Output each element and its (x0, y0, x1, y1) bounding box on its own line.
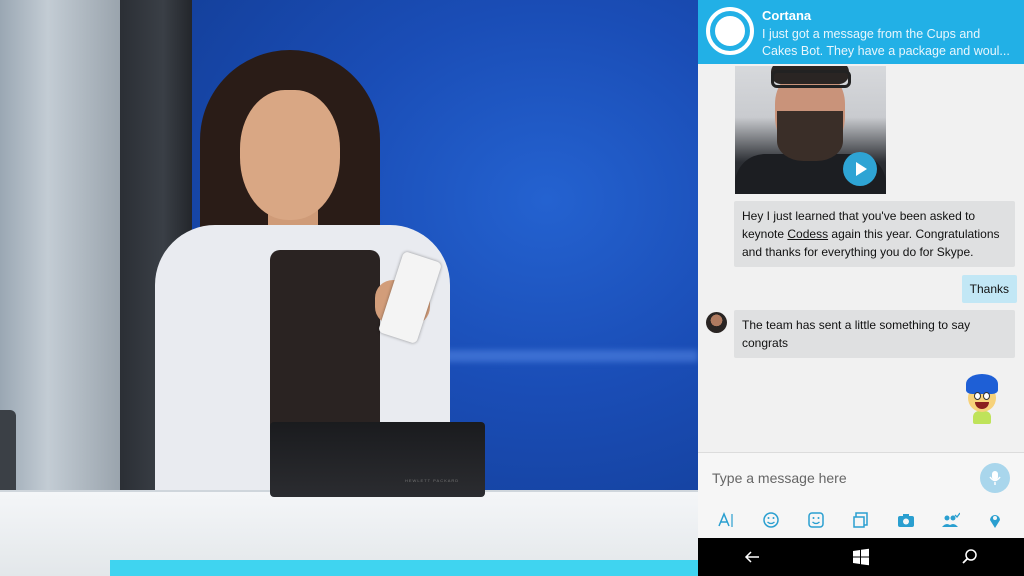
codess-link[interactable]: Codess (787, 227, 828, 241)
composer-toolbar (698, 505, 1024, 535)
joy-emoticon[interactable] (964, 374, 1000, 424)
message-composer (698, 452, 1024, 538)
video-person-beard (777, 111, 843, 161)
video-person-glasses (771, 70, 851, 88)
message-bubble-outgoing: Thanks (961, 275, 1017, 303)
presenter-blouse (270, 250, 380, 450)
message-bubble-incoming: The team has sent a little something to … (734, 310, 1015, 358)
message-text: Thanks (969, 282, 1009, 296)
location-icon[interactable] (983, 508, 1007, 532)
cortana-icon (706, 7, 754, 55)
emoji-icon[interactable] (759, 508, 783, 532)
video-message[interactable] (735, 66, 886, 194)
chat-conversation: Hey I just learned that you've been aske… (698, 64, 1024, 452)
keynote-video-feed: HEWLETT PACKARD (0, 0, 698, 576)
play-icon[interactable] (843, 152, 877, 186)
phone-navigation-bar (698, 538, 1024, 576)
joy-eye-right (983, 392, 990, 400)
contacts-icon[interactable] (939, 508, 963, 532)
notification-title: Cortana (762, 8, 812, 23)
message-text: The team has sent a little something to … (742, 318, 971, 350)
message-bubble-incoming: Hey I just learned that you've been aske… (734, 201, 1015, 267)
sticker-icon[interactable] (804, 508, 828, 532)
avatar[interactable] (706, 312, 727, 333)
cortana-notification[interactable]: Cortana I just got a message from the Cu… (698, 0, 1024, 64)
laptop-brand-label: HEWLETT PACKARD (405, 478, 460, 483)
search-icon[interactable] (950, 542, 990, 572)
notification-message: I just got a message from the Cups and C… (762, 27, 1010, 58)
joy-hair (966, 374, 998, 394)
text-format-icon[interactable] (714, 508, 738, 532)
screen: HEWLETT PACKARD Cortana I just got a mes… (0, 0, 1024, 576)
file-icon[interactable] (849, 508, 873, 532)
camera-icon[interactable] (894, 508, 918, 532)
phone-screen: Cortana I just got a message from the Cu… (698, 0, 1024, 576)
windows-icon[interactable] (841, 542, 881, 572)
stage-pillar-light (0, 0, 120, 500)
joy-body (973, 411, 991, 424)
presenter-face (240, 90, 340, 220)
message-input[interactable] (712, 463, 962, 493)
podium-accent-stripe (110, 560, 698, 576)
microphone-icon[interactable] (980, 463, 1010, 493)
joy-eye-left (974, 392, 981, 400)
stage-side-object (0, 410, 16, 500)
laptop (270, 422, 485, 497)
back-icon[interactable] (732, 542, 772, 572)
